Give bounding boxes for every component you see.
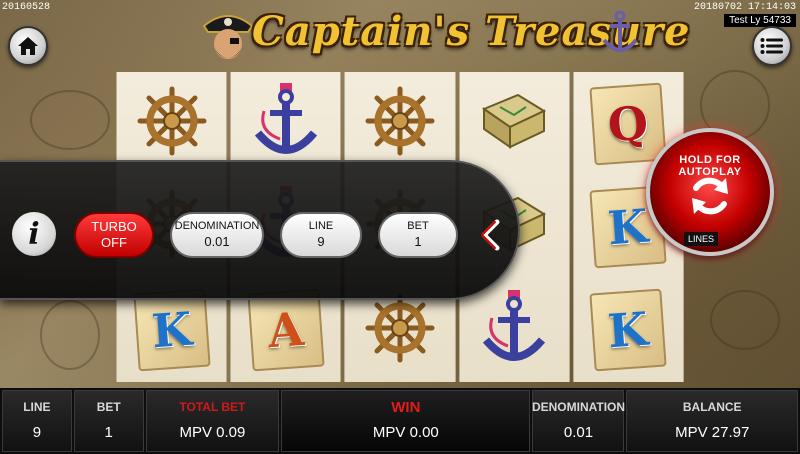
anchor-symbol [241,79,331,169]
anchor-icon [478,288,550,373]
king-card: K [589,288,668,372]
denomination-selector[interactable]: DENOMINATION 0.01 [170,212,264,258]
hud-line-label: LINE [23,400,51,414]
menu-icon [760,38,783,54]
anchor-logo-icon [602,10,638,52]
chevron-left-icon [481,219,500,251]
game-logo: Captain's Treasure [200,6,690,66]
queen-card: Q [589,82,668,166]
hud-line-value: 9 [32,423,42,441]
hud-line: LINE 9 [2,390,72,452]
denomination-label: DENOMINATION [174,220,260,232]
turbo-toggle[interactable]: TURBO OFF [74,212,154,258]
denomination-value: 0.01 [204,233,230,249]
map-decoration [30,90,110,150]
hud-win: WIN MPV 0.00 [281,390,531,452]
collapse-panel-button[interactable] [472,214,508,256]
hud-denomination: DENOMINATION 0.01 [531,390,626,452]
home-icon [18,37,38,55]
map-decoration [710,290,780,350]
wheel-icon [364,292,436,369]
bottom-hud: LINE 9 BET 1 TOTAL BET MPV 0.09 WIN MPV … [0,388,800,454]
bet-label: BET [407,220,429,232]
line-label: LINE [308,220,334,232]
user-id-badge: Test Ly 54733 [724,14,796,27]
hud-denomination-value: 0.01 [563,423,594,441]
map-decoration [40,300,100,370]
ace-card: A [247,288,325,372]
lines-tag: LINES [684,232,719,246]
map-icon [478,89,550,158]
hud-win-value: MPV 0.00 [372,423,439,441]
hud-win-label: WIN [391,398,421,416]
anchor-symbol [469,285,559,375]
hud-balance-label: BALANCE [682,400,742,414]
turbo-value: OFF [101,235,127,250]
refresh-icon [692,177,728,215]
hud-bet-value: 1 [104,423,113,441]
hud-total-bet-label: TOTAL BET [179,400,246,414]
home-button[interactable] [8,26,48,66]
hud-bet-label: BET [96,400,121,414]
wheel-symbol [127,79,217,169]
wheel-icon [136,85,208,162]
hud-denomination-label: DENOMINATION [531,400,626,414]
game-stage: 20160528 20180702 17:14:03 Test Ly 54733… [0,0,800,454]
control-panel: i TURBO OFF DENOMINATION 0.01 LINE 9 BET… [0,160,520,300]
hud-total-bet-value: MPV 0.09 [179,423,246,441]
pirate-captain-icon [202,15,254,59]
line-selector[interactable]: LINE 9 [280,212,362,258]
menu-button[interactable] [752,26,792,66]
bet-value: 1 [414,233,422,249]
bet-selector[interactable]: BET 1 [378,212,458,258]
info-icon: i [28,216,40,252]
map-symbol [469,79,559,169]
king-card: K [132,288,211,372]
hud-bet: BET 1 [73,390,144,452]
wheel-symbol [355,79,445,169]
info-button[interactable]: i [12,212,56,256]
build-timestamp: 20180702 17:14:03 [693,2,796,13]
hud-total-bet: TOTAL BET MPV 0.09 [145,390,280,452]
wheel-icon [364,85,436,162]
hud-balance: BALANCE MPV 27.97 [626,390,798,452]
line-value: 9 [317,233,325,249]
anchor-icon [250,81,322,166]
hud-balance-value: MPV 27.97 [675,423,750,441]
turbo-label: TURBO [91,218,137,234]
king-symbol: K [583,285,673,375]
build-version-left: 20160528 [2,2,51,13]
